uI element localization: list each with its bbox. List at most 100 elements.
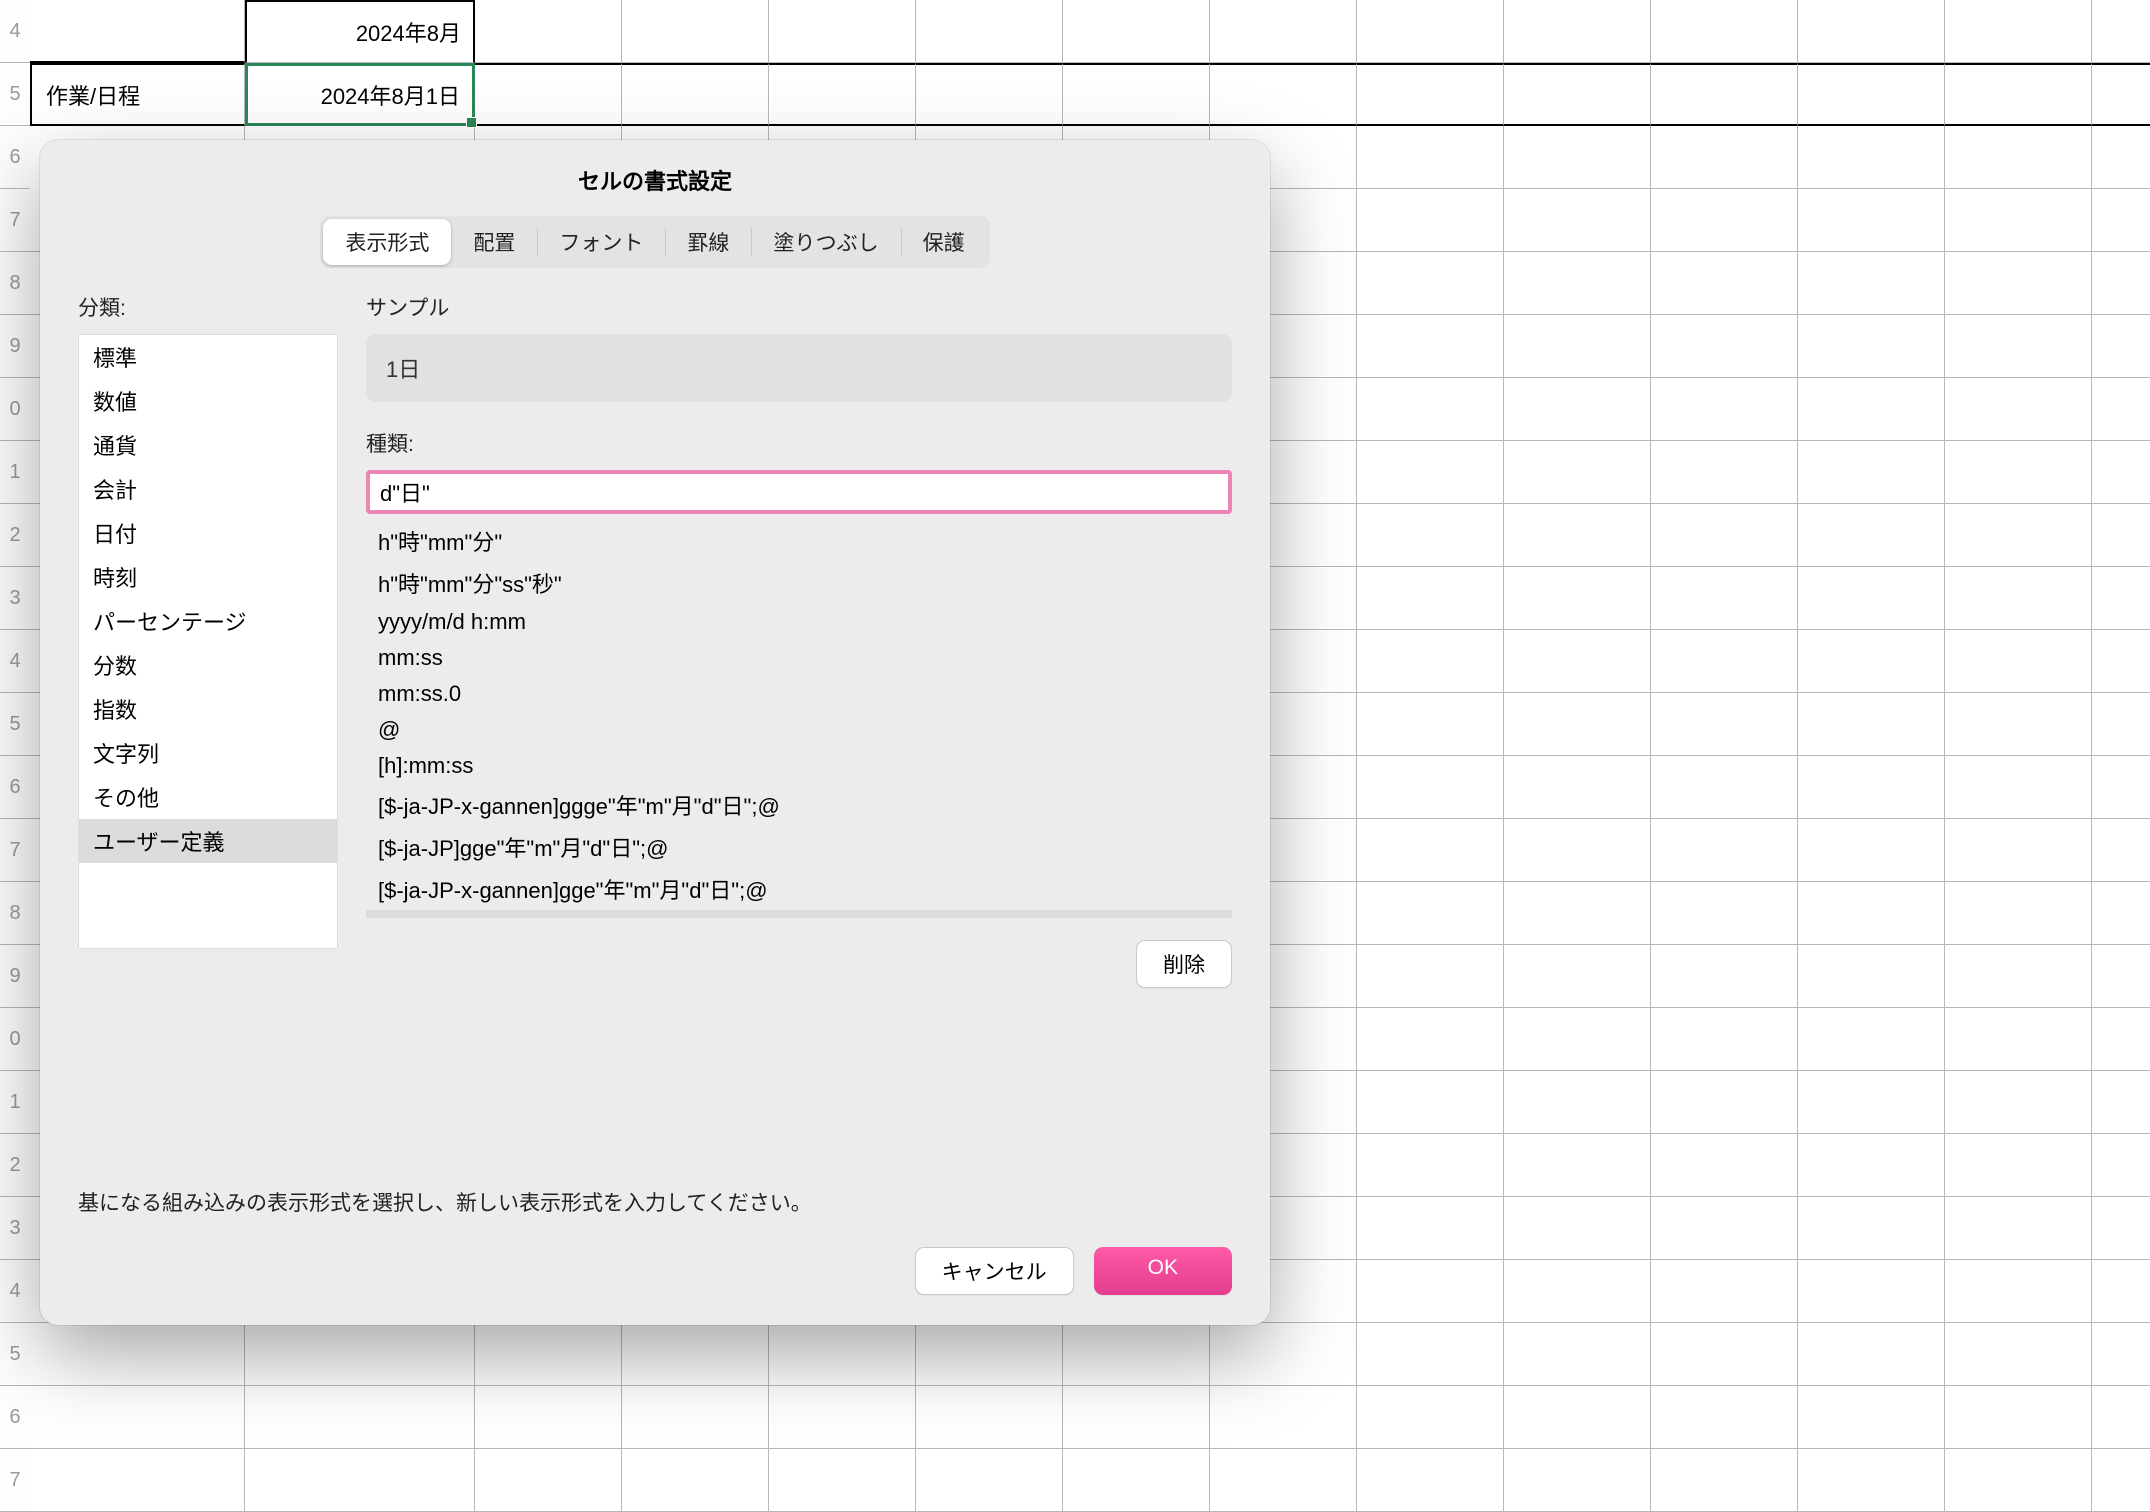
cell[interactable] (1357, 1071, 1504, 1134)
cell[interactable] (1945, 63, 2092, 126)
cell[interactable] (1651, 1260, 1798, 1323)
cell[interactable] (1063, 0, 1210, 63)
cell[interactable] (1651, 63, 1798, 126)
cell[interactable] (1945, 1386, 2092, 1449)
cell[interactable] (1357, 315, 1504, 378)
cell[interactable] (1798, 1323, 1945, 1386)
cell[interactable] (2092, 1071, 2150, 1134)
cell[interactable] (1357, 252, 1504, 315)
cell[interactable] (1945, 882, 2092, 945)
row-header[interactable]: 8 (0, 882, 30, 945)
cell[interactable] (1357, 63, 1504, 126)
cell[interactable] (1651, 630, 1798, 693)
cell[interactable] (1945, 1197, 2092, 1260)
cell[interactable] (30, 1449, 245, 1512)
cell[interactable] (1357, 1260, 1504, 1323)
cell[interactable] (1504, 378, 1651, 441)
cell[interactable] (1651, 1071, 1798, 1134)
cell[interactable] (1651, 567, 1798, 630)
cell[interactable] (1504, 315, 1651, 378)
cell[interactable] (1651, 945, 1798, 1008)
cell[interactable] (1651, 1323, 1798, 1386)
cell[interactable] (245, 1449, 475, 1512)
cell[interactable] (1945, 819, 2092, 882)
cell[interactable] (1357, 0, 1504, 63)
cell[interactable] (2092, 1449, 2150, 1512)
row-header[interactable]: 1 (0, 1071, 30, 1134)
cell[interactable] (769, 1386, 916, 1449)
cell[interactable] (2092, 1197, 2150, 1260)
cell[interactable] (1504, 126, 1651, 189)
category-item[interactable]: その他 (79, 775, 337, 819)
cell[interactable] (1945, 756, 2092, 819)
delete-button[interactable]: 削除 (1136, 940, 1232, 988)
cell[interactable] (622, 1323, 769, 1386)
type-input[interactable] (366, 470, 1232, 514)
cell[interactable] (2092, 693, 2150, 756)
cell[interactable] (1798, 1071, 1945, 1134)
cell[interactable] (1504, 756, 1651, 819)
row-header[interactable]: 2 (0, 504, 30, 567)
cell[interactable] (1798, 504, 1945, 567)
row-header[interactable]: 3 (0, 1197, 30, 1260)
cell[interactable] (1798, 756, 1945, 819)
cell[interactable] (1651, 819, 1798, 882)
cell[interactable] (1798, 315, 1945, 378)
cell[interactable] (1357, 1008, 1504, 1071)
cell[interactable] (2092, 189, 2150, 252)
cell[interactable] (1357, 630, 1504, 693)
cell[interactable] (1357, 1449, 1504, 1512)
cell[interactable] (1798, 1386, 1945, 1449)
cell[interactable] (1945, 1134, 2092, 1197)
tab-0[interactable]: 表示形式 (323, 219, 451, 265)
cell[interactable] (1651, 252, 1798, 315)
format-item[interactable]: h"時"mm"分"ss"秒" (366, 562, 1232, 604)
cell[interactable] (769, 63, 916, 126)
cell[interactable] (1945, 252, 2092, 315)
cell[interactable] (2092, 1386, 2150, 1449)
cell[interactable] (1798, 0, 1945, 63)
cell[interactable] (2092, 0, 2150, 63)
cell[interactable] (1798, 1260, 1945, 1323)
cell[interactable] (1651, 756, 1798, 819)
cell[interactable] (1945, 1449, 2092, 1512)
cell[interactable] (1651, 693, 1798, 756)
cell-selected-date[interactable]: 2024年8月1日 (245, 63, 475, 126)
category-item[interactable]: 会計 (79, 467, 337, 511)
row-header[interactable]: 5 (0, 63, 30, 126)
tab-5[interactable]: 保護 (901, 219, 987, 265)
row-header[interactable]: 7 (0, 189, 30, 252)
cell[interactable] (622, 0, 769, 63)
cell[interactable] (1357, 693, 1504, 756)
cell[interactable] (1357, 567, 1504, 630)
cell[interactable] (1651, 126, 1798, 189)
cell[interactable] (2092, 504, 2150, 567)
cell[interactable] (916, 1323, 1063, 1386)
cell[interactable] (475, 63, 622, 126)
cell[interactable] (769, 1323, 916, 1386)
cell[interactable] (1504, 1197, 1651, 1260)
format-item[interactable]: [h]:mm:ss (366, 748, 1232, 784)
cell[interactable] (2092, 1134, 2150, 1197)
cell[interactable] (30, 0, 245, 63)
cell[interactable] (2092, 945, 2150, 1008)
cell[interactable] (1945, 567, 2092, 630)
tab-2[interactable]: フォント (537, 219, 665, 265)
cell[interactable] (1504, 0, 1651, 63)
row-header[interactable]: 0 (0, 378, 30, 441)
cell[interactable] (1504, 1323, 1651, 1386)
cell[interactable] (1357, 189, 1504, 252)
format-item[interactable]: mm:ss (366, 640, 1232, 676)
cell[interactable] (1651, 1008, 1798, 1071)
cell[interactable] (1357, 1134, 1504, 1197)
row-header[interactable]: 4 (0, 630, 30, 693)
category-item[interactable]: 日付 (79, 511, 337, 555)
cell[interactable] (2092, 756, 2150, 819)
cell[interactable] (1504, 945, 1651, 1008)
cell[interactable] (1798, 819, 1945, 882)
cell[interactable] (245, 1323, 475, 1386)
cell[interactable] (1504, 1386, 1651, 1449)
cell[interactable] (1798, 441, 1945, 504)
cell[interactable] (769, 0, 916, 63)
tab-4[interactable]: 塗りつぶし (751, 219, 900, 265)
